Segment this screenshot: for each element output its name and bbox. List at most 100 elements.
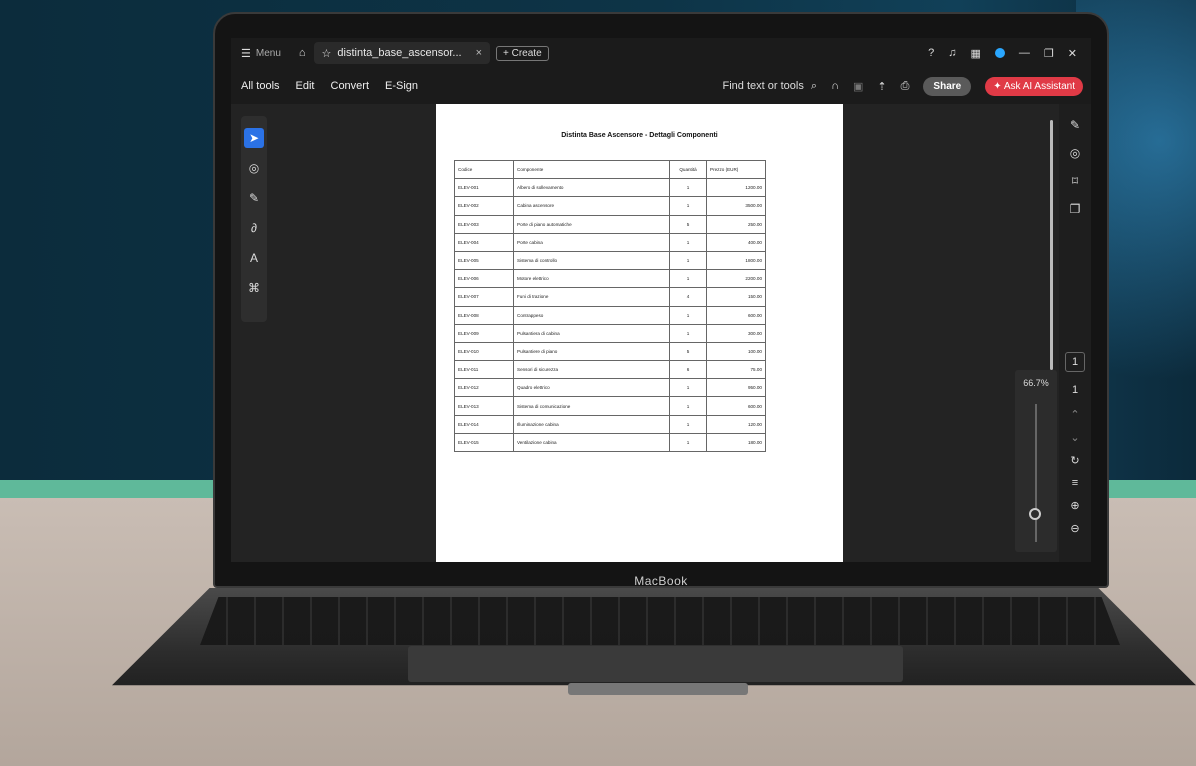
screen: ☰ Menu ⌂ ☆ distinta_base_ascensor... × +…: [231, 38, 1091, 562]
cell-componente: Funi di trazione: [513, 287, 670, 307]
zoom-slider-track[interactable]: [1035, 404, 1037, 542]
menu-edit[interactable]: Edit: [296, 80, 315, 92]
table-row: ELEV-003 Porte di piano automatiche 5 250.0…: [454, 214, 766, 234]
table-row: ELEV-011 Sensori di sicurezza 6 75.00: [454, 360, 766, 380]
search-icon: ⌕: [810, 79, 818, 92]
cell-componente: Motore elettrico: [513, 269, 670, 289]
home-button[interactable]: ⌂: [299, 47, 306, 59]
trackpad: [408, 646, 903, 682]
window-controls: ? ♫ ▦ — ❐ ✕: [928, 47, 1077, 60]
table-row: ELEV-006 Motore elettrico 1 2200.00: [454, 269, 766, 289]
cell-prezzo: 1200.00: [706, 178, 766, 198]
minimize-icon[interactable]: —: [1019, 47, 1030, 59]
maximize-icon[interactable]: ❐: [1044, 47, 1054, 60]
table-row: ELEV-005 Sistema di controllo 1 1800.00: [454, 250, 766, 271]
cell-componente: Contrappeso: [513, 305, 670, 325]
table-header-row: Codice Componente Quantità Prezzo (EUR): [454, 159, 766, 180]
cell-codice: ELEV-007: [454, 287, 514, 307]
avatar[interactable]: [994, 48, 1005, 58]
share-button[interactable]: Share: [923, 76, 972, 96]
star-icon[interactable]: ☆: [322, 47, 332, 60]
cell-componente: Porte di piano automatiche: [513, 214, 670, 234]
tab-title: distinta_base_ascensor...: [337, 47, 462, 59]
cell-prezzo: 250.00: [706, 214, 766, 234]
plus-icon: +: [503, 47, 509, 59]
cell-componente: Porte cabina: [513, 232, 670, 252]
pen-icon[interactable]: ✎: [244, 188, 264, 208]
page-up-icon[interactable]: ⌃: [1070, 408, 1079, 421]
help-icon[interactable]: ?: [928, 47, 934, 59]
cell-quantita: 1: [669, 378, 707, 398]
cell-prezzo: 600.00: [706, 396, 766, 416]
zoom-level: 66.7%: [1023, 378, 1049, 388]
comment-icon[interactable]: ◎: [244, 158, 264, 178]
comments-icon[interactable]: ◎: [1070, 146, 1080, 160]
fit-page-icon[interactable]: ≡: [1072, 477, 1078, 489]
hamburger-icon: ☰: [241, 47, 251, 60]
lasso-icon[interactable]: ∂: [244, 218, 264, 238]
menu-convert[interactable]: Convert: [331, 80, 370, 92]
page-navigation: 1 1 ⌃ ⌄ ↻ ≡ ⊕ ⊖: [1059, 350, 1091, 535]
zoom-slider-knob[interactable]: [1029, 508, 1041, 520]
rotate-icon[interactable]: ↻: [1070, 454, 1079, 467]
menu-all-tools[interactable]: All tools: [241, 80, 280, 92]
pages-icon[interactable]: ❐: [1070, 202, 1081, 216]
cell-quantita: 5: [669, 341, 707, 362]
col-codice: Codice: [454, 159, 514, 180]
cell-componente: Pulsantiera di cabina: [513, 323, 670, 343]
table-row: ELEV-013 Sistema di comunicazione 1 600.00: [454, 396, 766, 416]
keyboard: [200, 597, 1120, 645]
document-tab[interactable]: ☆ distinta_base_ascensor... ×: [313, 42, 490, 64]
create-button[interactable]: + Create: [496, 45, 549, 61]
cell-codice: ELEV-013: [454, 396, 514, 416]
table-row: ELEV-002 Cabina ascensore 1 3500.00: [454, 196, 766, 216]
cell-componente: Sistema di comunicazione: [513, 396, 670, 416]
cell-quantita: 1: [669, 396, 707, 416]
text-select-icon[interactable]: A: [244, 248, 264, 268]
ask-ai-label: Ask AI Assistant: [1003, 80, 1075, 92]
apps-grid-icon[interactable]: ▦: [971, 47, 981, 60]
select-cursor-icon[interactable]: ➤: [244, 128, 264, 148]
zoom-in-icon[interactable]: ⊕: [1070, 499, 1079, 512]
cell-prezzo: 3500.00: [706, 196, 766, 216]
page-down-icon[interactable]: ⌄: [1070, 431, 1079, 444]
cell-codice: ELEV-002: [454, 196, 514, 216]
cell-prezzo: 400.00: [706, 232, 766, 252]
tab-close-icon[interactable]: ×: [476, 47, 482, 59]
table-row: ELEV-007 Funi di trazione 4 150.00: [454, 287, 766, 307]
components-table: Codice Componente Quantità Prezzo (EUR) …: [454, 159, 766, 453]
find-text-button[interactable]: Find text or tools ⌕: [723, 80, 818, 93]
cell-prezzo: 120.00: [706, 414, 766, 434]
zoom-out-icon[interactable]: ⊖: [1070, 522, 1079, 535]
cell-componente: Cabina ascensore: [513, 196, 670, 216]
close-window-icon[interactable]: ✕: [1068, 47, 1077, 60]
bookmark-icon[interactable]: ⌑: [1072, 174, 1078, 188]
cell-componente: Albero di sollevamento: [513, 178, 670, 198]
save-icon[interactable]: ▣: [853, 80, 863, 93]
ai-icon: ✦: [993, 80, 1002, 92]
cell-componente: Sistema di controllo: [513, 250, 670, 271]
headphones-icon[interactable]: ∩: [831, 80, 839, 92]
cell-prezzo: 1800.00: [706, 250, 766, 271]
cell-quantita: 6: [669, 360, 707, 380]
cell-prezzo: 150.00: [706, 287, 766, 307]
home-icon: ⌂: [298, 47, 306, 59]
print-icon[interactable]: ⎙: [901, 80, 910, 93]
cell-quantita: 1: [669, 232, 707, 252]
total-pages: 1: [1071, 384, 1079, 396]
col-prezzo: Prezzo (EUR): [706, 159, 766, 180]
menu-e-sign[interactable]: E-Sign: [385, 80, 418, 92]
cell-componente: Sensori di sicurezza: [513, 360, 670, 380]
bell-icon[interactable]: ♫: [948, 47, 956, 59]
find-text-label: Find text or tools: [722, 79, 804, 92]
upload-icon[interactable]: ⇡: [877, 80, 886, 93]
cell-quantita: 1: [669, 432, 707, 453]
stamp-icon[interactable]: ⌘: [244, 278, 264, 298]
menu-button[interactable]: ☰ Menu: [241, 47, 281, 60]
scrollbar[interactable]: [1050, 120, 1053, 370]
cell-codice: ELEV-009: [454, 323, 514, 343]
ask-ai-button[interactable]: ✦ Ask AI Assistant: [985, 76, 1083, 96]
cell-prezzo: 100.00: [706, 341, 766, 362]
current-page-box[interactable]: 1: [1065, 352, 1085, 372]
edit-panel-icon[interactable]: ✎: [1070, 118, 1080, 132]
